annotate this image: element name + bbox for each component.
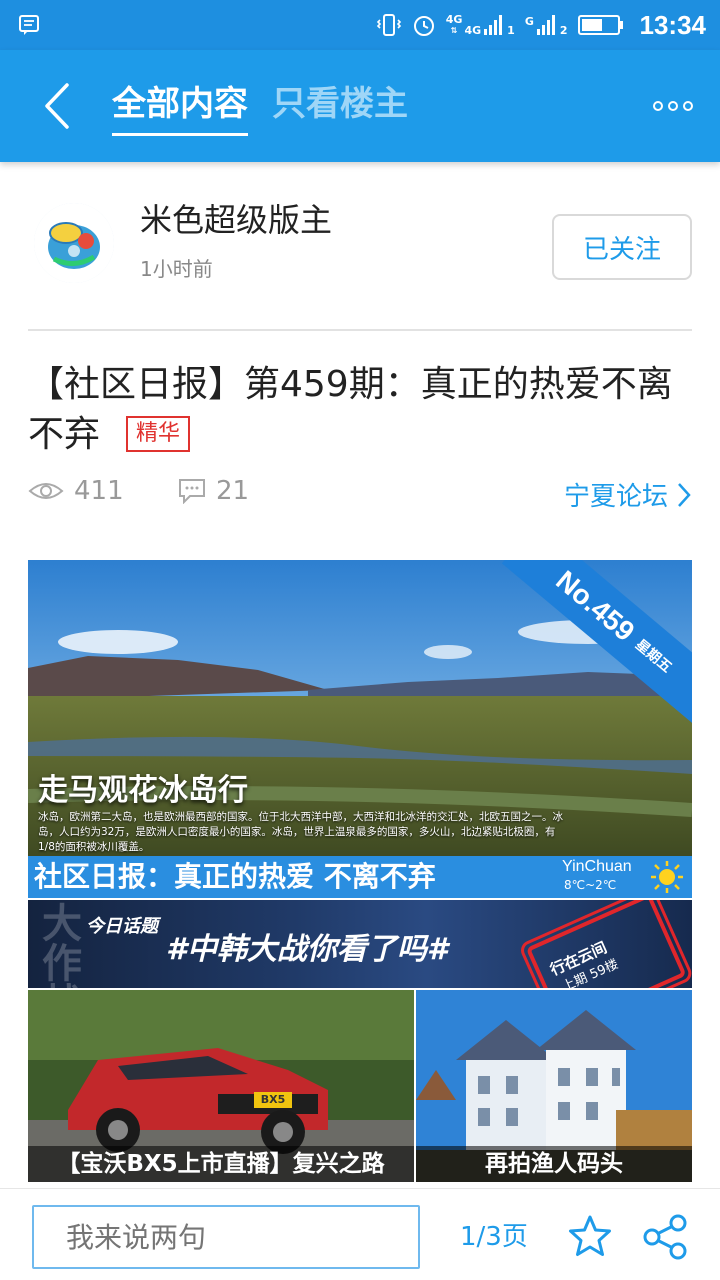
hero-description: 冰岛，欧洲第二大岛，也是欧洲最西部的国家。位于北大西洋中部，大西洋和北冰洋的交汇… <box>38 811 563 853</box>
car-tile: BX5 【宝沃BX5上市直播】复兴之路 <box>28 990 414 1182</box>
sun-icon <box>651 861 683 893</box>
issue-weekday: 星期五 <box>632 636 675 677</box>
essence-badge: 精华 <box>126 416 191 452</box>
floor-stamp: 行在云间 上期 59楼 <box>490 900 692 988</box>
share-icon[interactable] <box>640 1213 690 1261</box>
vibrate-icon <box>376 14 401 36</box>
view-count-value: 411 <box>74 476 124 506</box>
post-time: 1小时前 <box>140 257 213 281</box>
daily-title: 社区日报：真正的热爱 不离不弃 <box>34 860 436 893</box>
favorite-star-icon[interactable] <box>566 1213 614 1261</box>
tab-op-only[interactable]: 只看楼主 <box>272 82 408 126</box>
network-type-label: 4G <box>445 13 463 26</box>
signal-bars-icon <box>536 15 555 35</box>
weather-city: YinChuan <box>562 858 632 875</box>
forum-name: 宁夏论坛 <box>563 482 668 512</box>
hero-title: 走马观花冰岛行 <box>38 773 248 808</box>
network-type-label: 4G <box>464 24 482 37</box>
tab-all-content[interactable]: 全部内容 <box>112 82 248 136</box>
divider <box>28 329 692 331</box>
chevron-right-icon <box>678 482 691 507</box>
post-banner-image[interactable]: No.459 星期五 走马观花冰岛行 冰岛，欧洲第二大岛，也是欧洲最西部的国家。… <box>28 560 692 1182</box>
author-name[interactable]: 米色超级版主 <box>140 198 332 242</box>
post-title-text: 【社区日报】第459期：真正的热爱不离不弃 <box>28 364 673 455</box>
topic-label: 今日话题 <box>86 916 158 937</box>
post-detail-screen: 4G ⇅ 4G 1 G 2 13:34 全部内容 只看楼主 米色超级版主 1小时… <box>0 0 720 1280</box>
status-icons: 4G ⇅ 4G 1 G 2 13:34 <box>376 0 706 50</box>
chevron-left-icon <box>45 83 69 129</box>
forum-link[interactable]: 宁夏论坛 <box>564 476 692 513</box>
today-topic-banner: 大作战 今日话题 #中韩大战你看了吗# 行在云间 上期 59楼 <box>28 900 692 988</box>
more-dot-icon <box>668 101 678 111</box>
sim1-label: 1 <box>507 24 515 37</box>
more-dot-icon <box>683 101 693 111</box>
more-options-button[interactable] <box>648 86 698 126</box>
comment-count-value: 21 <box>216 476 250 506</box>
status-time: 13:34 <box>639 9 707 40</box>
eye-icon <box>28 483 64 499</box>
data-arrows-icon: ⇅ <box>450 26 458 35</box>
more-dot-icon <box>653 101 663 111</box>
comment-count: 21 <box>178 476 249 506</box>
comment-icon <box>179 479 205 504</box>
topic-text: #中韩大战你看了吗# <box>166 932 448 967</box>
comment-input[interactable] <box>32 1205 420 1269</box>
status-bar: 4G ⇅ 4G 1 G 2 13:34 <box>0 0 720 50</box>
car-tile-caption: 【宝沃BX5上市直播】复兴之路 <box>28 1146 414 1182</box>
message-notification-icon <box>19 15 39 35</box>
battery-icon <box>577 15 623 35</box>
house-tile-caption: 再拍渔人码头 <box>416 1146 692 1182</box>
sim2-signal: G 2 <box>525 14 568 36</box>
sim2-label: 2 <box>559 24 568 37</box>
daily-title-strip: 社区日报：真正的热爱 不离不弃 YinChuan 8℃~2℃ <box>28 856 692 898</box>
view-count: 411 <box>28 476 124 506</box>
follow-button[interactable]: 已关注 <box>552 214 692 280</box>
back-button[interactable] <box>28 74 84 138</box>
author-avatar[interactable] <box>34 203 114 283</box>
post-stats: 411 21 宁夏论坛 <box>28 476 692 516</box>
sim1-signal: 4G ⇅ 4G 1 <box>446 14 515 36</box>
house-tile: 再拍渔人码头 <box>416 990 692 1182</box>
top-nav-bar: 全部内容 只看楼主 <box>0 50 720 162</box>
network-type-label: G <box>524 15 534 28</box>
alarm-icon <box>413 16 434 36</box>
avatar-logo-icon <box>34 203 114 283</box>
hero-landscape-image: No.459 星期五 走马观花冰岛行 冰岛，欧洲第二大岛，也是欧洲最西部的国家。… <box>28 560 692 856</box>
weather-temperature: 8℃~2℃ <box>564 878 617 892</box>
signal-bars-icon <box>484 15 503 35</box>
post-title: 【社区日报】第459期：真正的热爱不离不弃 精华 <box>28 360 692 460</box>
car-plate: BX5 <box>254 1092 292 1108</box>
page-indicator[interactable]: 1/3页 <box>460 1219 528 1255</box>
bottom-action-bar: 1/3页 <box>0 1188 720 1280</box>
